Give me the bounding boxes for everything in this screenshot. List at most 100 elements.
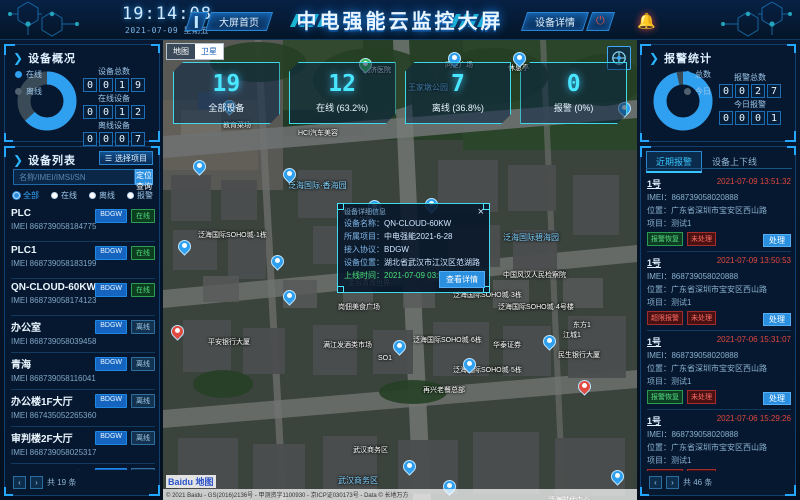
alarm-pager-prev-button[interactable]: ‹ (649, 476, 662, 489)
map-marker[interactable]: . (175, 237, 194, 257)
device-row[interactable]: PLC IMEI 868739058184775 BDGW 在线 (11, 205, 155, 242)
radio-icon[interactable] (89, 192, 96, 199)
stat-label: 在线 (63.2%) (316, 102, 369, 113)
counter-digit: 0 (115, 132, 129, 146)
map-marker[interactable]: . (190, 157, 209, 177)
stat-card: 12 在线 (63.2%) (289, 62, 396, 124)
alarm-items[interactable]: 1号 2021-07-09 13:51:32 IMEI：868739058020… (647, 173, 791, 471)
alarm-location: 位置：广东省深圳市宝安区西山路 (647, 443, 767, 452)
device-filter-在线[interactable]: 在线 (51, 190, 77, 201)
map-marker[interactable]: . (268, 252, 287, 272)
map-type-map[interactable]: 地图 (167, 44, 195, 59)
device-filter-全部[interactable]: 全部 (13, 190, 39, 201)
alarm-item[interactable]: 1号 2021-07-06 15:31:07 IMEI：868739058020… (647, 331, 791, 410)
radio-icon[interactable] (127, 192, 134, 199)
device-row[interactable]: 审判楼2F大厅 IMEI 868739058025317 BDGW 离线 (11, 427, 155, 464)
legend-item: 今日 (684, 86, 711, 97)
map-marker[interactable]: . (540, 332, 559, 352)
locate-search-button[interactable]: 定位查询 (135, 169, 153, 191)
alarm-state-badge: 未处理 (687, 390, 716, 404)
protocol-badge: BDGW (95, 394, 127, 408)
device-row[interactable]: PLC1 IMEI 868739058183199 BDGW 在线 (11, 242, 155, 279)
tab-近期报警[interactable]: 近期报警 (646, 151, 703, 173)
alarm-handle-button[interactable]: 处理 (763, 392, 791, 405)
device-info-popup[interactable]: 设备详细信息 × 设备名称：QN-CLOUD-60KW 所属项目：中电强能202… (337, 203, 490, 293)
device-filter-radios[interactable]: 全部 在线 离线 报警 (13, 190, 153, 201)
map-marker[interactable]: . (460, 355, 479, 375)
bell-icon[interactable]: 🔔 (637, 12, 656, 30)
nav-home-button[interactable]: 大屏首页 (204, 12, 274, 31)
alarm-project: 项目：测试1 (647, 456, 692, 465)
legend-swatch (15, 88, 22, 95)
alarm-tabs[interactable]: 近期报警 设备上下线 (646, 151, 767, 173)
pager-total-label: 共 19 条 (47, 478, 77, 487)
map-type-toggle[interactable]: 地图 卫星 (166, 43, 224, 60)
select-project-button[interactable]: ☰ 选择项目 (98, 151, 153, 165)
map-marker[interactable]: . (280, 287, 299, 307)
map-container[interactable]: 地图 卫星 同济医院问世广场休息亭王家墩公园教育菜场HCI汽车美容泛海国际·香海… (163, 40, 637, 500)
tab-设备上下线[interactable]: 设备上下线 (702, 151, 767, 173)
map-marker[interactable]: . (608, 467, 627, 487)
alarm-item[interactable]: 1号 2021-07-09 13:51:32 IMEI：868739058020… (647, 173, 791, 252)
alarm-state-badge: 未处理 (687, 469, 716, 471)
map-attribution: © 2021 Baidu - GS(2016)2136号 - 甲测资字11009… (163, 489, 637, 500)
panel-title-marker: ❯ (649, 51, 661, 65)
map-marker[interactable]: . (280, 165, 299, 185)
alarm-handle-button[interactable]: 处理 (763, 234, 791, 247)
device-tags: BDGW 离线 (95, 320, 155, 334)
map-type-satellite[interactable]: 卫星 (195, 44, 223, 59)
counter-digit: 0 (99, 78, 113, 92)
filter-label: 在线 (61, 191, 77, 200)
tab-divider (646, 168, 792, 169)
alarm-item[interactable]: 1号 2021-07-09 13:50:53 IMEI：868739058020… (647, 252, 791, 331)
view-detail-button[interactable]: 查看详情 (439, 271, 485, 288)
device-row[interactable]: 办公楼1F大厅 IMEI 867435052265360 BDGW 离线 (11, 390, 155, 427)
protocol-badge: BDGW (95, 357, 127, 371)
device-row[interactable]: 办公室 IMEI 868739058039458 BDGW 离线 (11, 316, 155, 353)
status-badge: 在线 (131, 246, 155, 260)
device-imei: IMEI 868739058183199 (11, 259, 97, 268)
protocol-badge: BDGW (95, 283, 127, 297)
map-label: 泛海国际碧海园 (503, 233, 559, 242)
power-icon[interactable]: ⏻ (586, 12, 616, 31)
counter-digit: 9 (131, 78, 145, 92)
counter-digit: 1 (767, 111, 781, 125)
pager-prev-button[interactable]: ‹ (13, 476, 26, 489)
device-row[interactable]: 青海 IMEI 868739058116041 BDGW 离线 (11, 353, 155, 390)
map-label: 平安银行大厦 (208, 339, 250, 346)
device-counter-group: 设备总数 0 0 1 9 在线设备 0 0 1 2 离线设备 0007 (75, 65, 153, 146)
alarm-imei: IMEI：868739058020888 (647, 351, 739, 360)
radio-icon[interactable] (13, 192, 20, 199)
search-input[interactable] (13, 169, 135, 185)
baidu-logo: Baidu 地图 (166, 475, 216, 488)
map-marker[interactable]: . (390, 337, 409, 357)
device-imei: IMEI 868739058184775 (11, 222, 97, 231)
device-row[interactable]: QN-CLOUD-60KW IMEI 868739058174123 BDGW … (11, 279, 155, 316)
close-icon[interactable]: × (478, 207, 484, 218)
map-label: 中国风汉人民检察院 (503, 272, 566, 279)
map-marker[interactable]: . (168, 322, 187, 342)
nav-device-detail-button[interactable]: 设备详情 (521, 12, 590, 31)
map-marker[interactable]: . (575, 377, 594, 397)
device-rows[interactable]: PLC IMEI 868739058184775 BDGW 在线 PLC1 IM… (11, 205, 155, 470)
legend-item: 离线 (15, 86, 42, 97)
map-label: 岗佃美食广场 (338, 304, 380, 311)
alarm-device-no: 1号 (647, 337, 662, 347)
alarm-handle-button[interactable]: 处理 (763, 313, 791, 326)
alarm-pager[interactable]: ‹ › 共 46 条 (649, 476, 712, 489)
device-filter-报警[interactable]: 报警 (127, 190, 153, 201)
stat-label: 全部设备 (208, 102, 245, 113)
radio-icon[interactable] (51, 192, 58, 199)
counter-digit: 0 (99, 105, 113, 119)
pager-next-button[interactable]: › (30, 476, 43, 489)
alarm-pager-next-button[interactable]: › (666, 476, 679, 489)
status-badge: 在线 (131, 209, 155, 223)
device-filter-离线[interactable]: 离线 (89, 190, 115, 201)
device-row[interactable]: 审判楼2F大法庭 IMEI 868739058091244 BDGW 离线 (11, 464, 155, 470)
map-marker[interactable]: . (400, 457, 419, 477)
device-imei: IMEI 867435052265360 (11, 411, 97, 420)
alarm-item[interactable]: 1号 2021-07-06 15:29:26 IMEI：868739058020… (647, 410, 791, 471)
device-pager[interactable]: ‹ › 共 19 条 (13, 476, 76, 489)
map-label: SO1 (378, 355, 393, 362)
panel-title-marker: ❯ (13, 51, 25, 65)
